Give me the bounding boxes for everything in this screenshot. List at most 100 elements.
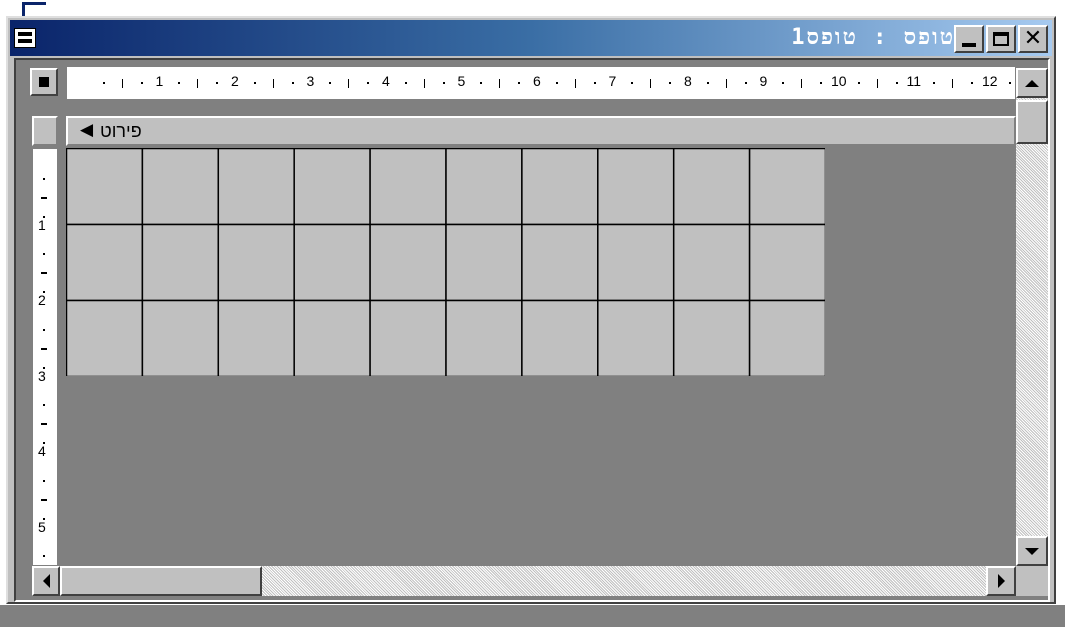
ruler-half-mark [348, 79, 350, 88]
grid-cell[interactable] [293, 299, 371, 377]
ruler-quarter-mark [933, 82, 936, 84]
grid-cell[interactable] [597, 299, 675, 377]
grid-cell[interactable] [521, 299, 599, 377]
ruler-label: 5 [38, 518, 46, 535]
ruler-half-mark [41, 196, 47, 199]
ruler-quarter-mark [253, 82, 256, 84]
section-label: פירוט [100, 121, 142, 141]
grid-cell[interactable] [293, 223, 371, 302]
ruler-label: 10 [831, 73, 847, 89]
desktop-background [1056, 0, 1065, 605]
ruler-quarter-mark [631, 82, 634, 84]
ruler-quarter-mark [291, 82, 294, 84]
ruler-quarter-mark [140, 82, 143, 84]
grid-cell[interactable] [293, 148, 371, 226]
grid-cell[interactable] [672, 299, 751, 377]
arrow-up-icon [1025, 79, 1039, 87]
horizontal-ruler[interactable]: 1 2 3 4 5 6 7 8 9 10 11 12 [66, 66, 1016, 100]
ruler-quarter-mark [43, 479, 45, 482]
ruler-half-mark [499, 79, 501, 88]
ruler-quarter-mark [518, 82, 521, 84]
ruler-half-mark [801, 79, 803, 88]
ruler-label: 7 [608, 73, 617, 89]
grid-cell[interactable] [369, 299, 447, 377]
ruler-half-mark [41, 498, 47, 501]
ruler-half-mark [121, 79, 123, 88]
grid-cell[interactable] [141, 223, 220, 302]
arrow-down-icon [1025, 547, 1039, 555]
ruler-quarter-mark [43, 404, 45, 407]
form-icon[interactable] [14, 28, 36, 48]
grid-cell[interactable] [66, 223, 144, 302]
grid-cell[interactable] [445, 148, 523, 226]
grid-cell[interactable] [597, 148, 675, 226]
grid-cell[interactable] [748, 299, 825, 377]
scroll-right-button[interactable] [986, 566, 1016, 596]
ruler-label: 1 [38, 216, 46, 233]
ruler-label: 3 [306, 73, 315, 89]
ruler-label: 8 [684, 73, 692, 89]
ruler-quarter-mark [43, 253, 45, 256]
ruler-quarter-mark [102, 82, 105, 84]
horizontal-scroll-thumb[interactable] [60, 566, 262, 596]
ruler-label: 6 [533, 73, 541, 89]
grid-cell[interactable] [597, 223, 675, 302]
minimize-button[interactable] [954, 25, 984, 53]
section-selector-button[interactable] [32, 116, 58, 146]
scroll-up-button[interactable] [1016, 68, 1048, 98]
ruler-half-mark [41, 272, 47, 275]
grid-cell[interactable] [748, 223, 825, 302]
vertical-ruler[interactable]: 1 2 3 4 5 [32, 148, 58, 566]
ruler-quarter-mark [43, 328, 45, 331]
grid-cell[interactable] [141, 299, 220, 377]
grid-cell[interactable] [521, 148, 599, 226]
arrow-left-icon [42, 574, 50, 588]
ruler-label: 4 [382, 73, 390, 89]
ruler-quarter-mark [216, 82, 219, 84]
form-selector-button[interactable] [30, 68, 58, 96]
ruler-label: 11 [906, 73, 922, 89]
grid-cell[interactable] [672, 223, 751, 302]
ruler-quarter-mark [895, 82, 898, 84]
detail-section-header[interactable]: ◀ פירוט [66, 116, 1016, 146]
ruler-half-mark [725, 79, 727, 88]
ruler-label: 3 [38, 367, 46, 384]
ruler-half-mark [272, 79, 274, 88]
grid-cell[interactable] [66, 148, 144, 226]
grid-cell[interactable] [217, 223, 295, 302]
size-grip [1016, 566, 1048, 596]
scroll-down-button[interactable] [1016, 536, 1048, 566]
ruler-label: 9 [759, 73, 768, 89]
ruler-label: 12 [982, 73, 998, 89]
grid-cell[interactable] [445, 299, 523, 377]
grid-cell[interactable] [217, 148, 295, 226]
minimize-icon [962, 43, 976, 47]
ruler-half-mark [41, 423, 47, 426]
grid-cell[interactable] [369, 223, 447, 302]
grid-cell[interactable] [748, 148, 825, 226]
vertical-scroll-thumb[interactable] [1016, 100, 1048, 144]
grid-cell[interactable] [521, 223, 599, 302]
close-button[interactable]: ✕ [1018, 25, 1048, 53]
ruler-quarter-mark [367, 82, 370, 84]
ruler-quarter-mark [178, 82, 181, 84]
ruler-quarter-mark [706, 82, 709, 84]
ruler-quarter-mark [820, 82, 823, 84]
ruler-quarter-mark [782, 82, 785, 84]
ruler-label: 4 [38, 443, 46, 459]
ruler-quarter-mark [329, 82, 332, 84]
ruler-quarter-mark [555, 82, 558, 84]
desktop-background-bottom [0, 605, 1065, 627]
grid-cell[interactable] [672, 148, 751, 226]
ruler-quarter-mark [593, 82, 596, 84]
grid-cell[interactable] [445, 223, 523, 302]
ruler-quarter-mark [971, 82, 974, 84]
design-grid[interactable] [66, 148, 825, 376]
grid-cell[interactable] [141, 148, 220, 226]
scroll-left-button[interactable] [32, 566, 60, 596]
maximize-button[interactable] [986, 25, 1016, 53]
ruler-half-mark [650, 79, 652, 88]
grid-cell[interactable] [66, 299, 144, 377]
grid-cell[interactable] [369, 148, 447, 226]
grid-cell[interactable] [217, 299, 295, 377]
